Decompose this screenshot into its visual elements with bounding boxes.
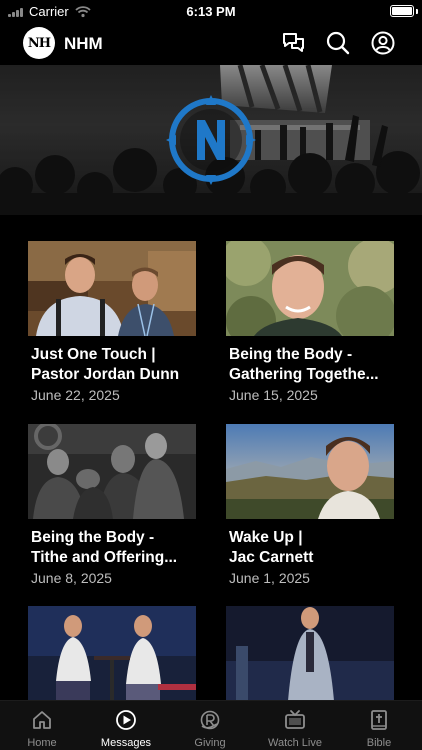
message-thumbnail[interactable] <box>226 606 394 701</box>
message-thumbnail[interactable] <box>28 424 196 519</box>
message-thumbnail[interactable] <box>226 241 394 336</box>
tab-home-label: Home <box>27 737 57 749</box>
status-bar: Carrier 6:13 PM <box>0 0 422 22</box>
battery-icon <box>390 5 414 17</box>
tab-watch-live-label: Watch Live <box>267 737 322 749</box>
app-title: NHM <box>64 34 103 53</box>
message-card[interactable] <box>28 606 196 701</box>
message-title-line1: Being the Body - <box>31 529 155 546</box>
message-card[interactable]: Just One Touch | Pastor Jordan Dunn June… <box>28 241 196 404</box>
message-card[interactable]: Wake Up | Jac Carnett June 1, 2025 <box>226 424 394 587</box>
message-card[interactable] <box>226 606 394 701</box>
message-card[interactable]: Being the Body - Gathering Togethe... Ju… <box>226 241 394 404</box>
message-date: June 1, 2025 <box>229 570 310 586</box>
message-title-line2: Pastor Jordan Dunn <box>31 366 180 383</box>
message-thumbnail[interactable] <box>28 606 196 701</box>
message-date: June 8, 2025 <box>31 570 112 586</box>
tv-icon <box>285 710 305 729</box>
message-date: June 15, 2025 <box>229 387 318 403</box>
battery-tip <box>416 9 418 14</box>
message-card[interactable]: Being the Body - Tithe and Offering... J… <box>28 424 196 587</box>
message-date: June 22, 2025 <box>31 387 120 403</box>
bottom-tab-bar: Home Messages Giving Watch Live Bible <box>0 700 422 750</box>
message-title-line1: Just One Touch | <box>31 346 156 363</box>
church-logo[interactable]: NH <box>23 27 55 59</box>
hero-image <box>0 65 422 215</box>
hero-banner <box>0 65 422 215</box>
bible-icon <box>371 710 387 730</box>
play-circle-icon <box>116 710 136 730</box>
message-thumbnail[interactable] <box>28 241 196 336</box>
search-icon[interactable] <box>325 30 351 56</box>
message-title-line1: Wake Up | <box>229 529 303 546</box>
giving-icon <box>200 710 220 730</box>
tab-watch-live[interactable]: Watch Live <box>253 701 337 750</box>
home-icon <box>33 711 51 729</box>
tab-giving-label: Giving <box>194 737 226 749</box>
app-header: NH NHM <box>0 24 422 64</box>
tab-bible-label: Bible <box>366 737 392 749</box>
message-thumbnail[interactable] <box>226 424 394 519</box>
message-title-line2: Gathering Togethe... <box>229 366 379 383</box>
tab-messages[interactable]: Messages <box>84 701 168 750</box>
chat-bubbles-icon[interactable] <box>281 30 307 56</box>
message-title-line2: Tithe and Offering... <box>31 549 178 566</box>
tab-giving[interactable]: Giving <box>168 701 252 750</box>
status-time: 6:13 PM <box>186 4 236 19</box>
account-icon[interactable] <box>370 30 396 56</box>
tab-home[interactable]: Home <box>0 701 84 750</box>
message-title-line2: Jac Carnett <box>229 549 314 566</box>
message-title-line1: Being the Body - <box>229 346 353 363</box>
tab-messages-label: Messages <box>100 737 152 749</box>
tab-bible[interactable]: Bible <box>337 701 421 750</box>
